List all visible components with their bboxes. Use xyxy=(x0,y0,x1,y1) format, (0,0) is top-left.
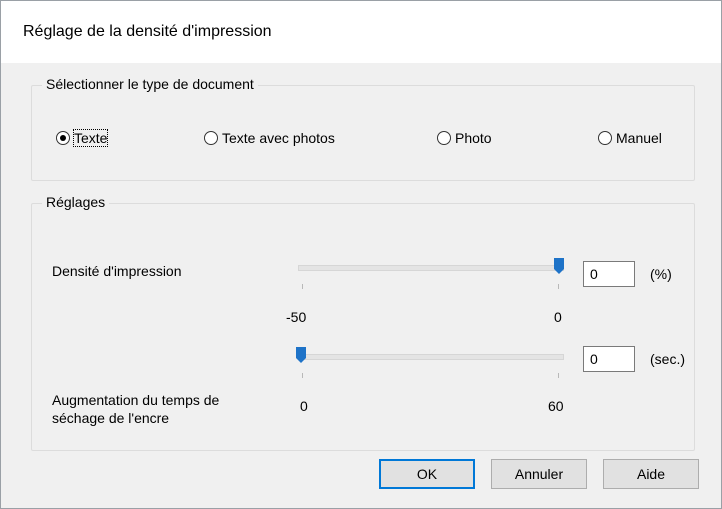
drying-max-label: 60 xyxy=(548,398,564,414)
density-slider-track[interactable] xyxy=(298,265,564,271)
dialog-title: Réglage de la densité d'impression xyxy=(23,23,272,40)
density-label: Densité d'impression xyxy=(52,263,182,279)
ok-button[interactable]: OK xyxy=(379,459,475,489)
density-tick-max xyxy=(558,284,559,289)
drying-label-line1: Augmentation du temps de xyxy=(52,392,220,408)
density-unit: (%) xyxy=(650,266,672,282)
drying-min-label: 0 xyxy=(300,398,308,414)
drying-value-input[interactable]: 0 xyxy=(583,346,635,372)
drying-slider-thumb[interactable] xyxy=(296,347,306,363)
density-value-input[interactable]: 0 xyxy=(583,261,635,287)
density-slider-thumb[interactable] xyxy=(554,258,564,274)
drying-unit: (sec.) xyxy=(650,351,685,367)
radio-manuel-circle xyxy=(598,131,612,145)
drying-tick-max xyxy=(558,373,559,378)
settings-group-label: Réglages xyxy=(42,194,110,210)
help-button[interactable]: Aide xyxy=(603,459,699,489)
drying-tick-min xyxy=(302,373,303,378)
document-type-group-label: Sélectionner le type de document xyxy=(42,76,258,92)
cancel-button[interactable]: Annuler xyxy=(491,459,587,489)
density-min-label: -50 xyxy=(286,309,307,325)
radio-texte-avec-photos[interactable]: Texte avec photos xyxy=(204,130,335,146)
radio-manuel[interactable]: Manuel xyxy=(598,130,662,146)
radio-photo-circle xyxy=(437,131,451,145)
radio-manuel-label: Manuel xyxy=(616,130,662,146)
radio-texte-circle xyxy=(56,131,70,145)
radio-photo-label: Photo xyxy=(455,130,492,146)
radio-texte-label: Texte xyxy=(72,129,109,147)
radio-texte[interactable]: Texte xyxy=(56,129,109,147)
drying-slider-track[interactable] xyxy=(298,354,564,360)
dialog-body: Sélectionner le type de document Texte T… xyxy=(1,63,721,508)
radio-photo[interactable]: Photo xyxy=(437,130,492,146)
radio-texte-avec-photos-circle xyxy=(204,131,218,145)
title-bar: Réglage de la densité d'impression xyxy=(1,1,721,63)
radio-texte-avec-photos-label: Texte avec photos xyxy=(222,130,335,146)
density-tick-min xyxy=(302,284,303,289)
density-max-label: 0 xyxy=(554,309,562,325)
print-density-dialog: Réglage de la densité d'impression Sélec… xyxy=(0,0,722,509)
settings-group: Réglages Densité d'impression -50 0 0 (%… xyxy=(31,194,695,451)
document-type-group: Sélectionner le type de document Texte T… xyxy=(31,76,695,181)
drying-label-line2: séchage de l'encre xyxy=(52,410,170,426)
